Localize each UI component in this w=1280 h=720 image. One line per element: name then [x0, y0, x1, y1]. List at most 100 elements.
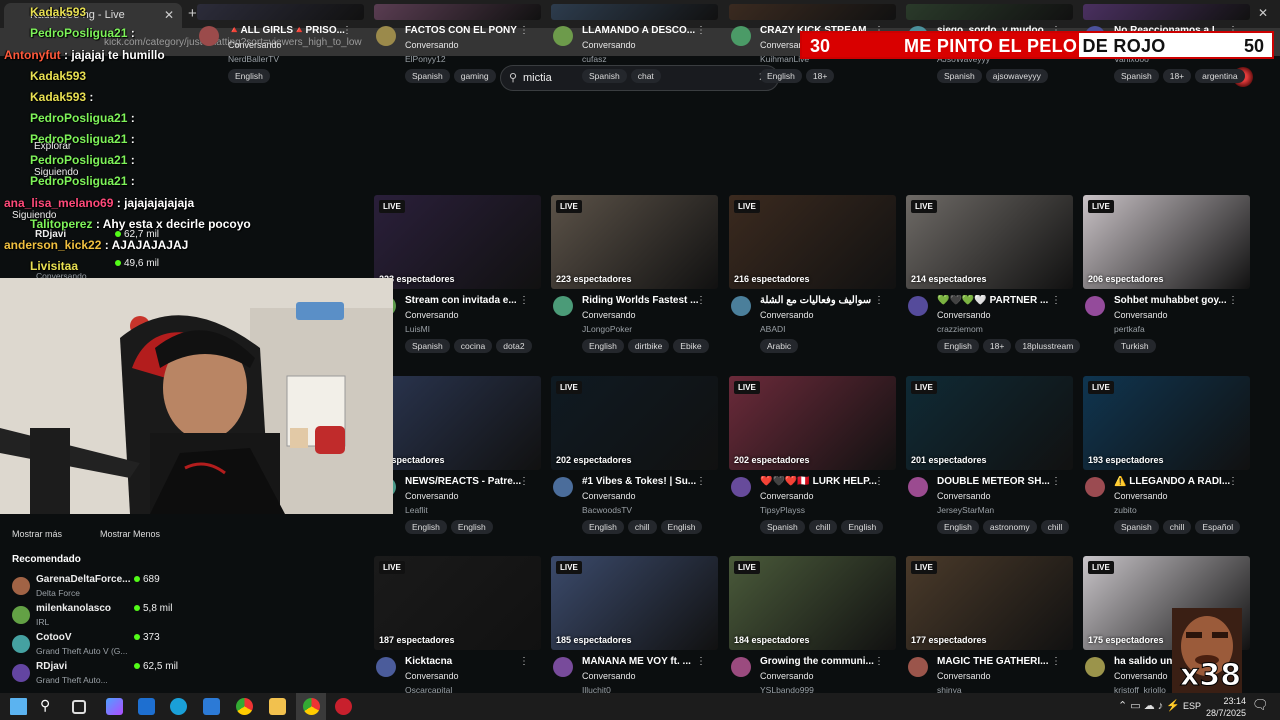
stream-title[interactable]: 🔺ALL GIRLS🔺PRISO...: [228, 25, 348, 36]
channel-avatar[interactable]: [731, 477, 751, 497]
tag-chip[interactable]: Spanish: [405, 339, 450, 353]
channel-name[interactable]: NerdBallerTV: [228, 54, 279, 64]
stream-title[interactable]: #1 Vibes & Tokes! | Su...: [582, 476, 702, 487]
clock[interactable]: 23:14 28/7/2025: [1206, 695, 1246, 719]
channel-name[interactable]: ElPonyy12: [405, 54, 446, 64]
window-close-icon[interactable]: ✕: [1258, 6, 1268, 20]
chat-username[interactable]: Kadak593: [30, 90, 86, 104]
channel-avatar[interactable]: [553, 477, 573, 497]
channel-avatar[interactable]: [553, 296, 573, 316]
tag-chip[interactable]: Spanish: [405, 69, 450, 83]
more-options-icon[interactable]: ⋮: [1051, 295, 1061, 306]
channel-avatar[interactable]: [1085, 296, 1105, 316]
more-options-icon[interactable]: ⋮: [696, 295, 706, 306]
channel-name[interactable]: JerseyStarMan: [937, 505, 994, 515]
tag-chip[interactable]: gaming: [453, 69, 496, 83]
stream-title[interactable]: Kicktacna: [405, 656, 525, 667]
chat-username[interactable]: ana_lisa_melano69: [4, 196, 113, 210]
channel-name[interactable]: ABADI: [760, 324, 786, 334]
more-options-icon[interactable]: ⋮: [1051, 656, 1061, 667]
stream-category[interactable]: Conversando: [1114, 671, 1168, 681]
chat-username[interactable]: Kadak593: [30, 69, 86, 83]
tag-chip[interactable]: chill: [1162, 520, 1192, 534]
stream-category[interactable]: Conversando: [760, 491, 814, 501]
tag-chip[interactable]: astronomy: [982, 520, 1037, 534]
tag-chip[interactable]: 18+: [982, 339, 1012, 353]
stream-title[interactable]: Sohbet muhabbet goy...: [1114, 295, 1234, 306]
stream-category[interactable]: Conversando: [1114, 310, 1168, 320]
stream-thumbnail[interactable]: LIVE 202 espectadores: [551, 376, 718, 470]
chat-username[interactable]: Kadak593: [30, 5, 86, 19]
channel-avatar[interactable]: [376, 657, 396, 677]
stream-thumbnail[interactable]: [729, 4, 896, 20]
chat-username[interactable]: anderson_kick22: [4, 238, 101, 252]
stream-thumbnail[interactable]: LIVE 214 espectadores: [906, 195, 1073, 289]
stream-title[interactable]: ❤️🖤❤️🇵🇪 LURK HELP...: [760, 476, 880, 487]
more-options-icon[interactable]: ⋮: [696, 656, 706, 667]
stream-thumbnail[interactable]: LIVE 201 espectadores: [906, 376, 1073, 470]
stream-category[interactable]: Conversando: [1114, 491, 1168, 501]
stream-category[interactable]: Conversando: [582, 310, 636, 320]
stream-title[interactable]: ⚠️ LLEGANDO A RADI...: [1114, 476, 1234, 487]
stream-thumbnail[interactable]: LIVE 184 espectadores: [729, 556, 896, 650]
stream-category[interactable]: Conversando: [582, 40, 636, 50]
stream-category[interactable]: Conversando: [405, 671, 459, 681]
stream-category[interactable]: Conversando: [405, 310, 459, 320]
stream-thumbnail[interactable]: [1083, 4, 1250, 20]
channel-name[interactable]: Leaflit: [405, 505, 428, 515]
tag-chip[interactable]: 18+: [805, 69, 835, 83]
more-options-icon[interactable]: ⋮: [519, 656, 529, 667]
stream-thumbnail[interactable]: [197, 4, 364, 20]
stream-category[interactable]: Conversando: [582, 491, 636, 501]
tag-chip[interactable]: Turkish: [1114, 339, 1156, 353]
chat-username[interactable]: Antonyfut: [4, 48, 61, 62]
tag-chip[interactable]: chill: [1040, 520, 1070, 534]
stream-title[interactable]: NEWS/REACTS - Patre...: [405, 476, 525, 487]
stream-thumbnail[interactable]: LIVE 223 espectadores: [551, 195, 718, 289]
channel-name[interactable]: pertkafa: [1114, 324, 1145, 334]
chat-username[interactable]: PedroPosligua21: [30, 111, 127, 125]
channel-avatar[interactable]: [553, 657, 573, 677]
search-taskbar-icon[interactable]: ⚲: [40, 697, 57, 714]
file-explorer-icon[interactable]: [269, 698, 286, 715]
more-options-icon[interactable]: ⋮: [1228, 476, 1238, 487]
tag-chip[interactable]: English: [450, 520, 493, 534]
more-options-icon[interactable]: ⋮: [1228, 295, 1238, 306]
tag-chip[interactable]: English: [937, 339, 979, 353]
windows-start-icon[interactable]: [10, 698, 27, 715]
tag-chip[interactable]: Spanish: [1114, 69, 1159, 83]
more-options-icon[interactable]: ⋮: [874, 476, 884, 487]
stream-category[interactable]: Conversando: [760, 671, 814, 681]
channel-avatar[interactable]: [731, 26, 751, 46]
notifications-icon[interactable]: 🗨: [1252, 697, 1269, 713]
channel-avatar[interactable]: [731, 657, 751, 677]
stream-thumbnail[interactable]: LIVE 206 espectadores: [1083, 195, 1250, 289]
show-less-button[interactable]: Mostrar Menos: [100, 529, 160, 539]
tag-chip[interactable]: Spanish: [582, 69, 627, 83]
channel-name[interactable]: zubito: [1114, 505, 1137, 515]
task-view-icon[interactable]: [72, 700, 86, 714]
chat-username[interactable]: PedroPosligua21: [30, 153, 127, 167]
stream-category[interactable]: Conversando: [937, 491, 991, 501]
channel-name[interactable]: crazziemom: [937, 324, 983, 334]
search-input[interactable]: mictia: [523, 72, 552, 84]
tag-chip[interactable]: Arabic: [760, 339, 799, 353]
stream-title[interactable]: Growing the communi...: [760, 656, 880, 667]
chrome-active-icon[interactable]: [303, 698, 320, 715]
tag-chip[interactable]: 18+: [1162, 69, 1192, 83]
obs-icon[interactable]: [335, 698, 352, 715]
tag-chip[interactable]: Spanish: [760, 520, 805, 534]
tag-chip[interactable]: English: [582, 520, 624, 534]
nav-explorar[interactable]: Explorar: [34, 141, 71, 152]
stream-title[interactable]: Stream con invitada e...: [405, 295, 525, 306]
chat-username[interactable]: PedroPosligua21: [30, 26, 127, 40]
tag-chip[interactable]: Spanish: [937, 69, 982, 83]
channel-avatar[interactable]: [908, 657, 928, 677]
tag-chip[interactable]: Español: [1195, 520, 1241, 534]
more-options-icon[interactable]: ⋮: [519, 476, 529, 487]
tag-chip[interactable]: ajsowaveyyy: [985, 69, 1048, 83]
chrome-icon[interactable]: [236, 698, 253, 715]
more-options-icon[interactable]: ⋮: [519, 295, 529, 306]
channel-avatar[interactable]: [1085, 657, 1105, 677]
tag-chip[interactable]: English: [405, 520, 447, 534]
